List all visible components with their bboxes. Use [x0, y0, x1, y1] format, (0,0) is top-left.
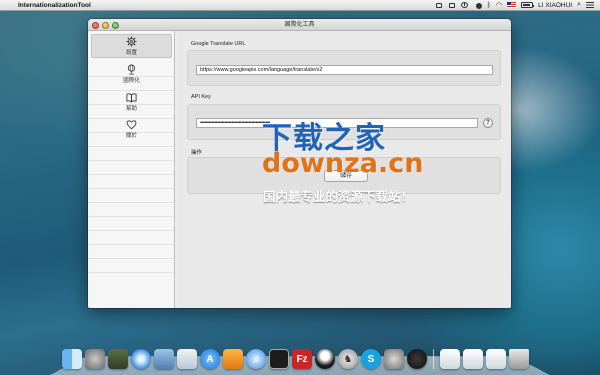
notification-icon[interactable] — [435, 2, 443, 9]
sidebar-row-divider — [88, 189, 174, 203]
stack-3-icon[interactable] — [486, 349, 506, 369]
translate-url-group: https://www.googleapis.com/language/tran… — [187, 50, 501, 86]
sidebar-item-settings[interactable]: 設置 — [91, 34, 172, 58]
launchpad-icon[interactable] — [85, 349, 105, 369]
battery-icon[interactable] — [521, 2, 535, 8]
user-menu[interactable]: LI XIAOHUI — [538, 2, 572, 9]
window-titlebar[interactable]: 國際化工具 — [88, 19, 511, 31]
stack-1-icon[interactable] — [440, 349, 460, 369]
terminal-icon[interactable] — [269, 349, 289, 369]
sidebar: 設置 國際化 幫助 關於 — [88, 31, 175, 308]
translate-url-label: Google Translate URL — [191, 41, 246, 47]
wifi-icon[interactable]: ◠ — [496, 0, 502, 11]
sidebar-item-about[interactable]: 關於 — [91, 117, 172, 141]
sidebar-item-label: 關於 — [125, 133, 137, 139]
spotlight-icon[interactable]: ⌕ — [577, 1, 581, 9]
skype-icon[interactable]: S — [361, 349, 381, 369]
sidebar-row-divider — [88, 217, 174, 231]
bluetooth-icon[interactable]: ᛒ — [487, 0, 491, 11]
dock-separator — [433, 349, 434, 369]
gear-icon — [126, 36, 137, 47]
traffic-lights — [92, 21, 119, 29]
sidebar-row-divider — [88, 161, 174, 175]
globe-icon — [127, 64, 136, 75]
book-icon — [126, 93, 137, 103]
translate-url-field[interactable]: https://www.googleapis.com/language/tran… — [196, 65, 493, 75]
input-flag-icon[interactable] — [507, 2, 517, 8]
timemachine-icon[interactable] — [461, 2, 469, 9]
mission-control-icon[interactable] — [108, 349, 128, 369]
close-button[interactable] — [92, 21, 99, 29]
status-icon[interactable] — [474, 2, 482, 9]
sidebar-row-divider — [88, 147, 174, 161]
screenshot-icon[interactable] — [448, 2, 456, 9]
qq-icon[interactable] — [315, 349, 335, 369]
filezilla-icon[interactable]: Fz — [292, 349, 312, 369]
app-store-icon[interactable]: A — [200, 349, 220, 369]
help-button[interactable]: ? — [483, 118, 493, 128]
network-icon[interactable] — [407, 349, 427, 369]
sidebar-row-divider — [88, 175, 174, 189]
watermark-slogan: 国内最专业的资源下载站！ — [263, 189, 414, 204]
notification-center-icon[interactable] — [586, 2, 594, 8]
sidebar-item-label: 國際化 — [123, 78, 140, 84]
sidebar-row-divider — [88, 203, 174, 217]
system-preferences-icon[interactable] — [384, 349, 404, 369]
finder-icon[interactable] — [62, 349, 82, 369]
actions-label: 操作 — [191, 150, 203, 156]
status-area: ᛒ ◠ LI XIAOHUI ⌕ — [435, 0, 600, 11]
sidebar-row-divider — [88, 231, 174, 245]
chess-icon[interactable]: ♞ — [338, 349, 358, 369]
preview-icon[interactable] — [177, 349, 197, 369]
sidebar-item-label: 幫助 — [125, 106, 137, 112]
sidebar-row-divider — [88, 259, 174, 273]
sidebar-item-help[interactable]: 幫助 — [91, 90, 172, 114]
menu-bar: InternationalizationTool ᛒ ◠ LI XIAOHUI … — [0, 0, 600, 11]
ibooks-icon[interactable] — [223, 349, 243, 369]
app-name-menu[interactable]: InternationalizationTool — [18, 2, 91, 9]
xcode-icon[interactable] — [154, 349, 174, 369]
minimize-button[interactable] — [102, 21, 109, 29]
window-title: 國際化工具 — [284, 22, 315, 28]
dock: A ♫ Fz ♞ S — [62, 345, 529, 369]
safari-icon[interactable] — [131, 349, 151, 369]
zoom-button[interactable] — [112, 21, 119, 29]
itunes-icon[interactable]: ♫ — [246, 349, 266, 369]
sidebar-item-i18n[interactable]: 國際化 — [91, 62, 172, 86]
sidebar-row-divider — [88, 245, 174, 259]
trash-icon[interactable] — [509, 349, 529, 369]
sidebar-item-label: 設置 — [125, 50, 137, 56]
api-key-label: API Key — [191, 94, 211, 100]
stack-2-icon[interactable] — [463, 349, 483, 369]
heart-icon — [126, 120, 137, 130]
watermark-domain: downza.cn — [262, 148, 424, 179]
